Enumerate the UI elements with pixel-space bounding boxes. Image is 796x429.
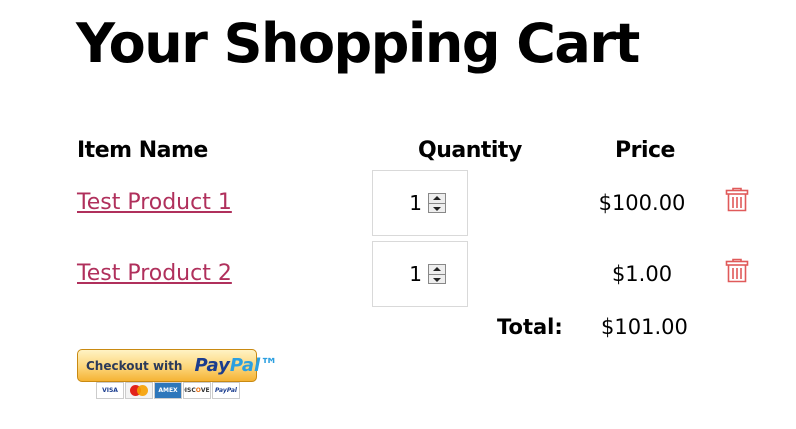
- increment-icon[interactable]: [429, 194, 445, 204]
- column-header-quantity: Quantity: [418, 138, 522, 163]
- quantity-value[interactable]: 1: [409, 191, 422, 215]
- amex-logo: AMEX: [154, 382, 182, 399]
- quantity-stepper[interactable]: 1: [400, 261, 446, 287]
- paypal-checkout-button[interactable]: Checkout with PayPal™ VISA AMEX DISCOVER…: [77, 349, 278, 401]
- mastercard-logo: [125, 382, 153, 399]
- product-link[interactable]: Test Product 2: [77, 261, 232, 286]
- column-header-price: Price: [615, 138, 675, 163]
- decrement-icon[interactable]: [429, 204, 445, 213]
- payment-card-logos: VISA AMEX DISCOVER PayPal: [96, 382, 240, 399]
- quantity-spinner[interactable]: [428, 193, 446, 213]
- cart-row: Test Product 1 1 $100.00: [0, 170, 796, 236]
- quantity-stepper[interactable]: 1: [400, 190, 446, 216]
- total-value: $101.00: [601, 315, 688, 339]
- quantity-spinner[interactable]: [428, 264, 446, 284]
- increment-icon[interactable]: [429, 265, 445, 275]
- item-price: $100.00: [598, 191, 686, 215]
- trash-icon[interactable]: [725, 187, 749, 213]
- checkout-label: Checkout with: [86, 358, 183, 373]
- paypal-button-face[interactable]: Checkout with PayPal™: [77, 349, 278, 382]
- item-price: $1.00: [611, 262, 673, 286]
- paypal-logo: PayPal™: [194, 355, 279, 376]
- column-header-item-name: Item Name: [77, 138, 208, 163]
- decrement-icon[interactable]: [429, 275, 445, 284]
- trash-icon[interactable]: [725, 258, 749, 284]
- page-title: Your Shopping Cart: [76, 12, 640, 75]
- cart-row: Test Product 2 1 $1.00: [0, 241, 796, 307]
- total-label: Total:: [497, 315, 563, 339]
- quantity-value[interactable]: 1: [409, 262, 422, 286]
- paypal-card-logo: PayPal: [212, 382, 240, 399]
- visa-logo: VISA: [96, 382, 124, 399]
- discover-logo: DISCOVER: [183, 382, 211, 399]
- product-link[interactable]: Test Product 1: [77, 190, 232, 215]
